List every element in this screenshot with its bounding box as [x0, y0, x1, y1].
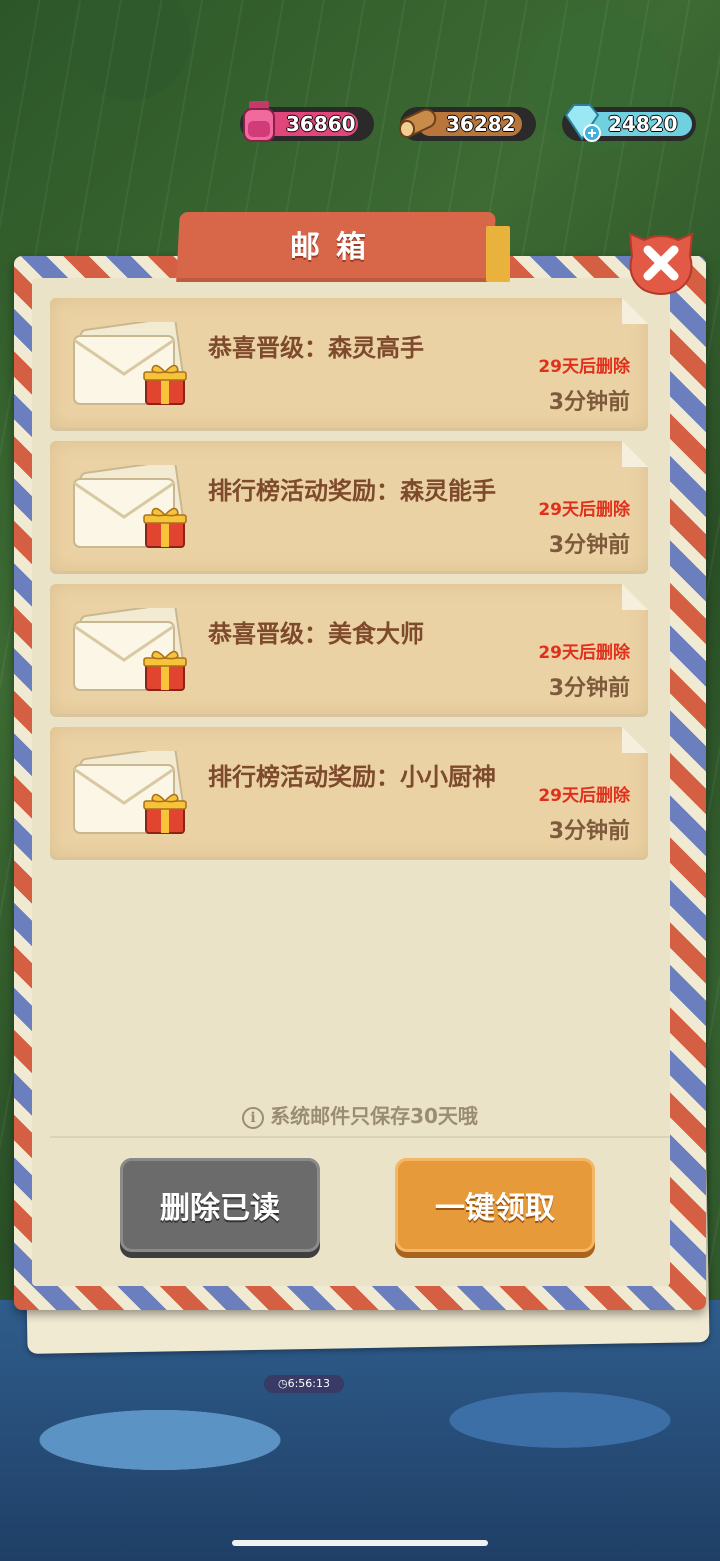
clock-icon: ◷ [277, 1377, 288, 1390]
gift-icon [143, 793, 187, 834]
info-icon: i [242, 1106, 265, 1129]
mail-time: 3分钟前 [548, 676, 630, 701]
potion-icon [243, 101, 275, 142]
timer-value: 6:56:13 [287, 1377, 330, 1390]
mail-item[interactable]: 恭喜晋级：森灵高手 29天后删除 3分钟前 [50, 298, 648, 428]
wood-log-icon [399, 108, 437, 138]
mailbox-title: 邮箱 [290, 230, 382, 265]
gift-icon [143, 364, 187, 405]
mail-item[interactable]: 排行榜活动奖励：小小厨神 29天后删除 3分钟前 [50, 727, 648, 857]
claim-all-label: 一键领取 [435, 1191, 555, 1226]
close-icon[interactable] [624, 226, 698, 300]
gift-icon [143, 507, 187, 548]
mail-time: 3分钟前 [548, 390, 630, 415]
retention-notice: i 系统邮件只保存30天哦 [0, 1100, 720, 1129]
mail-item[interactable]: 恭喜晋级：美食大师 29天后删除 3分钟前 [50, 584, 648, 714]
delete-read-button[interactable]: 删除已读 [120, 1158, 320, 1252]
mail-subject: 恭喜晋级：森灵高手 [208, 334, 424, 362]
mail-item[interactable]: 排行榜活动奖励：森灵能手 29天后删除 3分钟前 [50, 441, 648, 571]
mail-time: 3分钟前 [548, 819, 630, 844]
delete-read-label: 删除已读 [160, 1191, 280, 1226]
claim-all-button[interactable]: 一键领取 [395, 1158, 595, 1252]
resource-diamond[interactable]: 24820 [562, 104, 696, 142]
building-timer: ◷6:56:13 [264, 1375, 344, 1393]
gift-icon [143, 650, 187, 691]
mail-expire: 29天后删除 [538, 357, 630, 377]
home-indicator[interactable] [232, 1540, 488, 1546]
mail-subject: 排行榜活动奖励：小小厨神 [208, 763, 496, 791]
mail-time: 3分钟前 [548, 533, 630, 558]
mail-subject: 排行榜活动奖励：森灵能手 [208, 477, 496, 505]
mail-expire: 29天后删除 [538, 643, 630, 663]
resource-potion[interactable]: 36860 [240, 101, 374, 142]
retention-notice-text: 系统邮件只保存30天哦 [270, 1104, 478, 1128]
divider [50, 1136, 670, 1138]
mail-expire: 29天后删除 [538, 786, 630, 806]
mail-expire: 29天后删除 [538, 500, 630, 520]
mail-subject: 恭喜晋级：美食大师 [208, 620, 424, 648]
resource-wood[interactable]: 36282 [399, 107, 536, 141]
diamond-icon [564, 104, 601, 142]
